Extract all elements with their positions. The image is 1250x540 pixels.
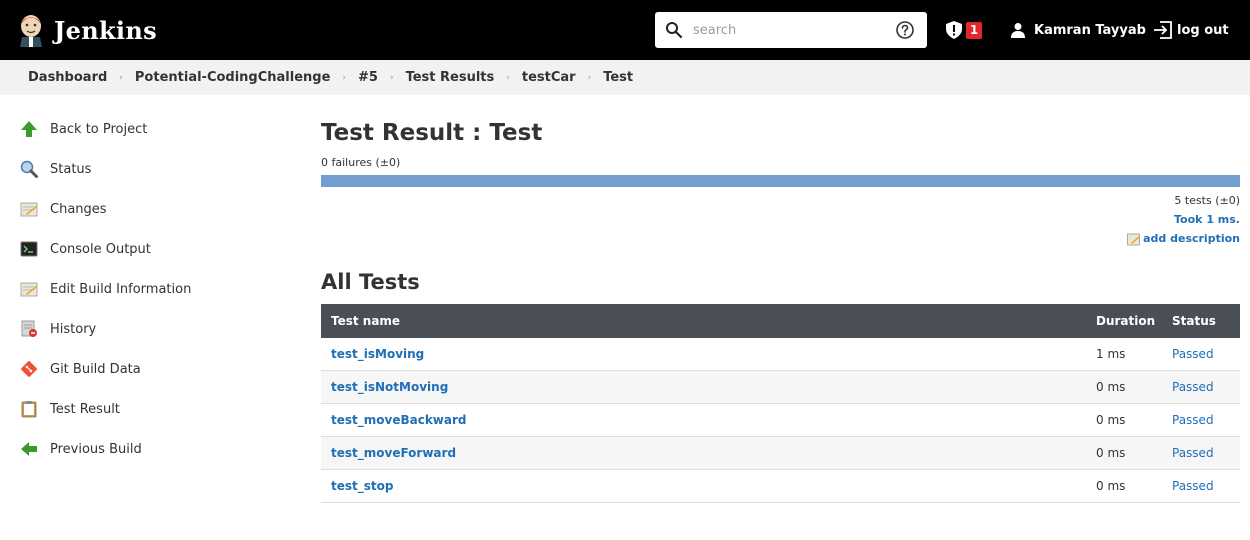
test-duration: 0 ms [1086,469,1162,503]
tests-count: 5 tests (±0) [1174,194,1240,207]
user-icon [1011,23,1025,38]
column-header-duration[interactable]: Duration [1086,303,1162,338]
breadcrumb-separator-icon: › [587,72,592,83]
breadcrumb-separator-icon: › [119,72,123,83]
column-header-test-name[interactable]: Test name [321,303,1086,338]
breadcrumb-separator-icon: › [389,72,394,83]
table-row: test_isMoving 1 ms Passed [321,337,1240,371]
page-title: Test Result : Test [321,120,543,146]
sidebar-item-label: Previous Build [50,441,142,457]
breadcrumb-dashboard[interactable]: Dashboard [28,70,107,85]
user-name: Kamran Tayyab [1034,22,1146,38]
up-arrow-icon [21,121,37,137]
security-count-badge: 1 [966,21,982,39]
magnifier-icon [20,160,38,178]
sidebar-item-previous-build[interactable]: Previous Build [20,429,290,469]
security-alerts[interactable]: 1 [946,19,982,41]
table-row: test_stop 0 ms Passed [321,469,1240,503]
table-row: test_isNotMoving 0 ms Passed [321,370,1240,404]
column-header-status[interactable]: Status [1162,303,1240,338]
test-name-link[interactable]: test_moveForward [331,446,456,460]
tests-table: Test name Duration Status test_isMoving … [321,303,1240,503]
sidebar-item-back-to-project[interactable]: Back to Project [20,109,290,149]
breadcrumb: Dashboard › Potential-CodingChallenge › … [0,60,1250,95]
search-icon [666,22,683,39]
test-status[interactable]: Passed [1172,413,1214,427]
test-duration: 1 ms [1086,337,1162,371]
sidebar-item-label: Changes [50,201,107,217]
test-name-link[interactable]: test_moveBackward [331,413,467,427]
sidebar-item-history[interactable]: History [20,309,290,349]
test-name-link[interactable]: test_isMoving [331,347,424,361]
test-duration: 0 ms [1086,370,1162,404]
sidebar-item-label: Status [50,161,92,177]
breadcrumb-separator-icon: › [506,72,510,83]
test-duration: 0 ms [1086,436,1162,470]
duration-summary: Took 1 ms. [1174,213,1240,226]
shield-icon [946,21,962,39]
sidebar-item-git-build-data[interactable]: Git Build Data [20,349,290,389]
test-status[interactable]: Passed [1172,446,1214,460]
test-name-link[interactable]: test_stop [331,479,393,493]
logout-icon [1154,21,1172,39]
clipboard-icon [21,401,37,418]
user-link[interactable]: Kamran Tayyab [1010,19,1146,41]
table-row: test_moveBackward 0 ms Passed [321,403,1240,437]
logout-label: log out [1177,22,1229,38]
notepad-icon [20,282,38,297]
breadcrumb-separator-icon: › [342,72,347,83]
notepad-no-icon [21,320,37,337]
top-header: Jenkins 1 Kamran Tayyab [0,0,1250,60]
notepad-icon [1127,233,1141,245]
search-box [655,12,927,48]
test-progress-fill [321,175,1240,187]
breadcrumb-testcar[interactable]: testCar [522,70,576,85]
left-accent-bar [0,95,8,540]
test-status[interactable]: Passed [1172,347,1214,361]
brand-name: Jenkins [54,15,157,45]
breadcrumb-build[interactable]: #5 [358,70,378,85]
jenkins-home-link[interactable]: Jenkins [18,12,157,48]
side-panel: Back to Project Status Changes Console O… [20,116,290,469]
terminal-icon [20,241,38,257]
sidebar-item-label: History [50,321,97,337]
git-icon [21,361,37,377]
sidebar-item-label: Edit Build Information [50,281,192,297]
sidebar-item-label: Test Result [50,401,120,417]
sidebar-item-label: Git Build Data [50,361,141,377]
left-arrow-icon [21,442,37,456]
sidebar-item-test-result[interactable]: Test Result [20,389,290,429]
notepad-icon [20,202,38,217]
add-description-link[interactable]: add description [1127,229,1240,248]
sidebar-item-status[interactable]: Status [20,149,290,189]
search-input[interactable] [693,18,873,42]
test-name-link[interactable]: test_isNotMoving [331,380,448,394]
logout-link[interactable]: log out [1153,19,1229,41]
main-panel: Test Result : Test 0 failures (±0) 5 tes… [321,118,1240,503]
sidebar-item-label: Console Output [50,241,151,257]
test-status[interactable]: Passed [1172,380,1214,394]
add-description-label: add description [1143,232,1240,245]
table-row: test_moveForward 0 ms Passed [321,436,1240,470]
test-progress-bar [321,175,1240,187]
breadcrumb-test[interactable]: Test [603,70,633,85]
breadcrumb-test-results[interactable]: Test Results [406,70,495,85]
jenkins-logo-icon [20,15,42,47]
sidebar-item-edit-build-information[interactable]: Edit Build Information [20,269,290,309]
failures-summary: 0 failures (±0) [321,156,401,169]
test-duration: 0 ms [1086,403,1162,437]
table-header-row: Test name Duration Status [321,303,1240,338]
sidebar-item-console-output[interactable]: Console Output [20,229,290,269]
all-tests-heading: All Tests [321,269,420,294]
sidebar-item-changes[interactable]: Changes [20,189,290,229]
breadcrumb-project[interactable]: Potential-CodingChallenge [135,70,331,85]
test-status[interactable]: Passed [1172,479,1214,493]
help-icon[interactable] [895,20,915,40]
sidebar-item-label: Back to Project [50,121,148,137]
